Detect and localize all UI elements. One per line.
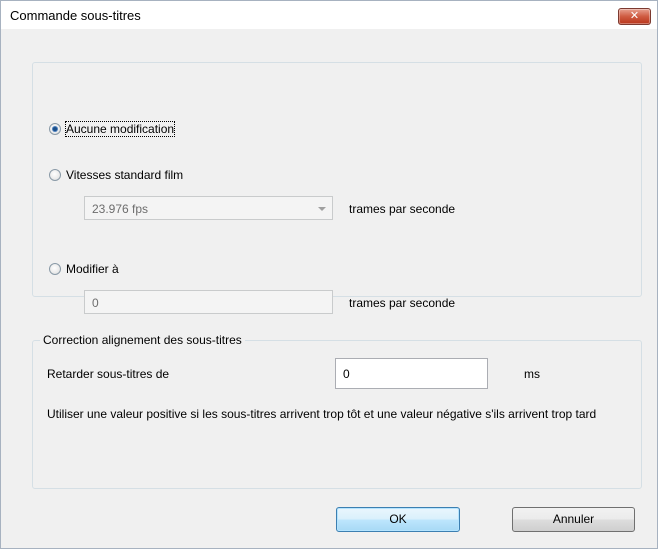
custom-fps-unit: trames par seconde xyxy=(349,296,456,310)
alignment-legend: Correction alignement des sous-titres xyxy=(40,333,245,347)
title-bar[interactable]: Commande sous-titres ✕ xyxy=(1,1,657,29)
chevron-down-icon xyxy=(318,207,326,211)
ok-button[interactable]: OK xyxy=(336,507,460,532)
standard-fps-select: 23.976 fps xyxy=(84,196,333,220)
dialog-client: Aucune modification Vitesses standard fi… xyxy=(1,29,657,548)
radio-no-change[interactable] xyxy=(49,123,61,135)
dialog-window: Commande sous-titres ✕ Aucune modificati… xyxy=(0,0,658,549)
radio-standard-speeds[interactable] xyxy=(49,169,61,181)
close-button[interactable]: ✕ xyxy=(618,8,651,25)
radio-custom-label: Modifier à xyxy=(66,262,119,276)
radio-no-change-label: Aucune modification xyxy=(64,121,176,137)
window-title: Commande sous-titres xyxy=(10,8,141,23)
delay-value: 0 xyxy=(343,367,350,381)
radio-custom[interactable] xyxy=(49,263,61,275)
radio-standard-row[interactable]: Vitesses standard film xyxy=(49,168,183,182)
standard-fps-unit: trames par seconde xyxy=(349,202,456,216)
radio-no-change-row[interactable]: Aucune modification xyxy=(49,121,176,137)
framerate-group: Aucune modification Vitesses standard fi… xyxy=(32,62,642,314)
delay-unit: ms xyxy=(524,367,540,381)
delay-input[interactable]: 0 xyxy=(335,358,488,389)
custom-fps-value: 0 xyxy=(92,296,99,310)
alignment-hint: Utiliser une valeur positive si les sous… xyxy=(47,407,597,421)
custom-fps-input: 0 xyxy=(84,290,333,314)
close-icon: ✕ xyxy=(629,10,640,22)
delay-label: Retarder sous-titres de xyxy=(47,367,170,381)
radio-standard-label: Vitesses standard film xyxy=(66,168,184,182)
alignment-group: Correction alignement des sous-titres Re… xyxy=(32,333,642,489)
radio-custom-row[interactable]: Modifier à xyxy=(49,262,119,276)
cancel-button[interactable]: Annuler xyxy=(512,507,635,532)
standard-fps-value: 23.976 fps xyxy=(92,202,149,216)
